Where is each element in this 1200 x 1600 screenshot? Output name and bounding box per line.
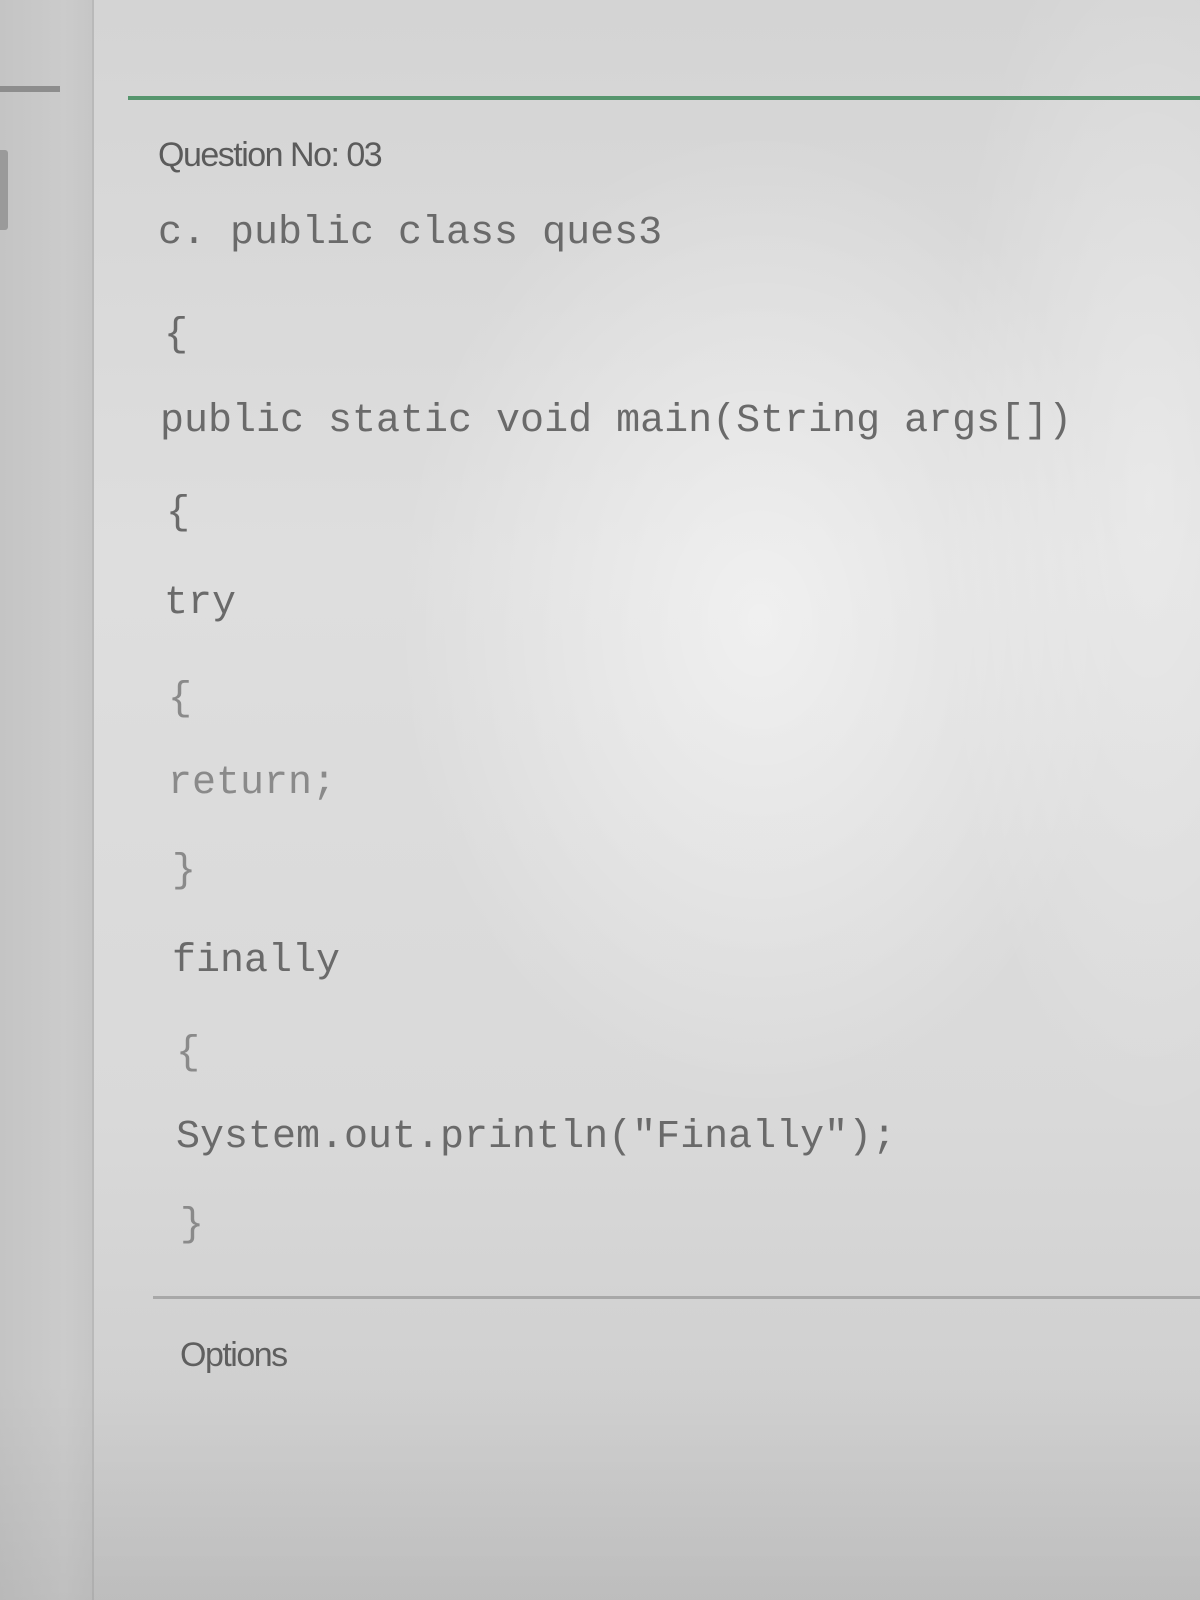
code-line: }	[172, 849, 197, 894]
code-line: return;	[168, 761, 337, 806]
screen: Question No: 03 c. public class ques3 { …	[0, 0, 1200, 1600]
question-panel: Question No: 03 c. public class ques3 { …	[128, 0, 1200, 1600]
code-line: {	[168, 677, 193, 722]
code-line: }	[180, 1203, 205, 1248]
code-line: {	[176, 1031, 201, 1076]
screen-shading	[0, 1380, 1200, 1600]
options-divider	[153, 1296, 1200, 1299]
header-divider	[128, 96, 1200, 100]
code-line: try	[164, 581, 237, 626]
options-heading: Options	[180, 1336, 288, 1374]
left-sidebar	[0, 0, 94, 1600]
code-line: public static void main(String args[])	[160, 399, 1073, 444]
question-number: Question No: 03	[158, 136, 383, 174]
code-line: {	[166, 491, 191, 536]
code-line: c. public class ques3	[158, 211, 663, 256]
sidebar-scroll-handle[interactable]	[0, 150, 8, 230]
code-line: {	[164, 313, 189, 358]
sidebar-tab-indicator	[0, 86, 60, 92]
code-line: System.out.println("Finally");	[176, 1115, 897, 1160]
code-line: finally	[172, 939, 341, 984]
